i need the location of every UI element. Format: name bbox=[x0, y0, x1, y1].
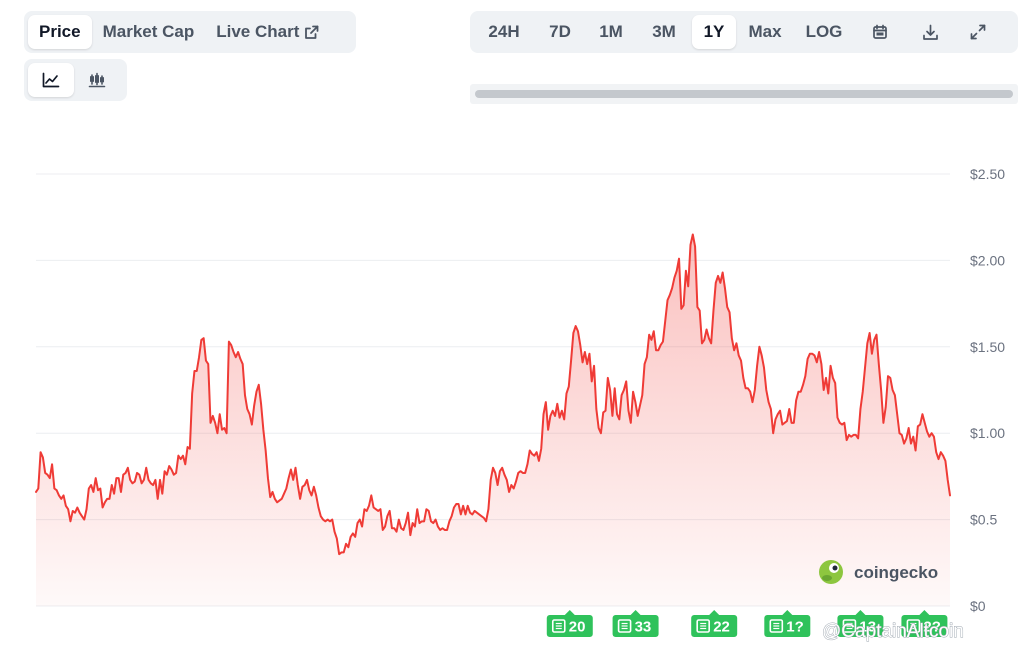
y-tick-label: $0.5 bbox=[970, 512, 997, 528]
range-scrollbar-thumb[interactable] bbox=[475, 90, 1013, 98]
y-tick-label: $1.00 bbox=[970, 425, 1005, 441]
expand-icon bbox=[970, 24, 986, 40]
news-badge[interactable]: 22 bbox=[691, 610, 738, 637]
range-scrollbar[interactable] bbox=[470, 84, 1018, 104]
chart-type-tabs: Price Market Cap Live Chart bbox=[24, 11, 356, 53]
news-badge-count: 22 bbox=[713, 619, 730, 636]
range-24h-button[interactable]: 24H bbox=[474, 15, 534, 49]
tab-market-cap-label: Market Cap bbox=[102, 22, 195, 41]
range-3m-button[interactable]: 3M bbox=[636, 15, 692, 49]
range-7d-label: 7D bbox=[549, 22, 571, 41]
chart-view-toggle bbox=[24, 59, 127, 101]
news-badge[interactable]: 33 bbox=[612, 610, 659, 637]
candlestick-view-button[interactable] bbox=[74, 63, 120, 97]
range-1m-label: 1M bbox=[599, 22, 623, 41]
y-tick-label: $1.50 bbox=[970, 339, 1005, 355]
range-max-button[interactable]: Max bbox=[736, 15, 794, 49]
news-badge[interactable]: 1? bbox=[764, 610, 811, 637]
range-1y-button[interactable]: 1Y bbox=[692, 15, 736, 49]
log-scale-button[interactable]: LOG bbox=[794, 15, 854, 49]
tab-live-chart[interactable]: Live Chart bbox=[205, 15, 330, 49]
range-max-label: Max bbox=[748, 22, 782, 41]
news-badge-count: 33 bbox=[635, 619, 652, 636]
news-badge-count: 1? bbox=[786, 619, 804, 636]
line-view-button[interactable] bbox=[28, 63, 74, 97]
tab-market-cap[interactable]: Market Cap bbox=[92, 15, 206, 49]
range-7d-button[interactable]: 7D bbox=[534, 15, 586, 49]
y-tick-label: $2.00 bbox=[970, 252, 1005, 268]
y-tick-label: $0 bbox=[970, 598, 986, 614]
range-1y-label: 1Y bbox=[703, 22, 725, 41]
tab-price-label: Price bbox=[39, 22, 81, 41]
captainaltcoin-watermark: @CaptainAltcoin bbox=[822, 621, 964, 642]
range-24h-label: 24H bbox=[488, 22, 520, 41]
range-3m-label: 3M bbox=[652, 22, 676, 41]
date-range-button[interactable] bbox=[854, 15, 906, 49]
tab-price[interactable]: Price bbox=[28, 15, 92, 49]
coingecko-wordmark: coingecko bbox=[854, 563, 938, 582]
news-badge[interactable]: 20 bbox=[546, 610, 593, 637]
y-tick-label: $2.50 bbox=[970, 166, 1005, 182]
candlestick-chart-icon bbox=[88, 72, 106, 88]
download-button[interactable] bbox=[906, 15, 954, 49]
price-area-fill bbox=[36, 234, 950, 607]
line-chart-icon bbox=[42, 72, 60, 88]
download-icon bbox=[922, 24, 939, 41]
range-1m-button[interactable]: 1M bbox=[586, 15, 636, 49]
fullscreen-button[interactable] bbox=[954, 15, 1002, 49]
tab-live-chart-label: Live Chart bbox=[216, 22, 300, 41]
y-axis-labels: $0 $0.5 $1.00 $1.50 $2.00 $2.50 bbox=[970, 166, 1005, 614]
coingecko-watermark: coingecko bbox=[819, 560, 938, 584]
log-scale-label: LOG bbox=[805, 22, 843, 41]
time-range-tabs: 24H 7D 1M 3M 1Y Max LOG bbox=[470, 11, 1018, 53]
external-link-icon bbox=[304, 25, 319, 40]
calendar-icon bbox=[872, 24, 888, 40]
news-badge-count: 20 bbox=[569, 619, 586, 636]
